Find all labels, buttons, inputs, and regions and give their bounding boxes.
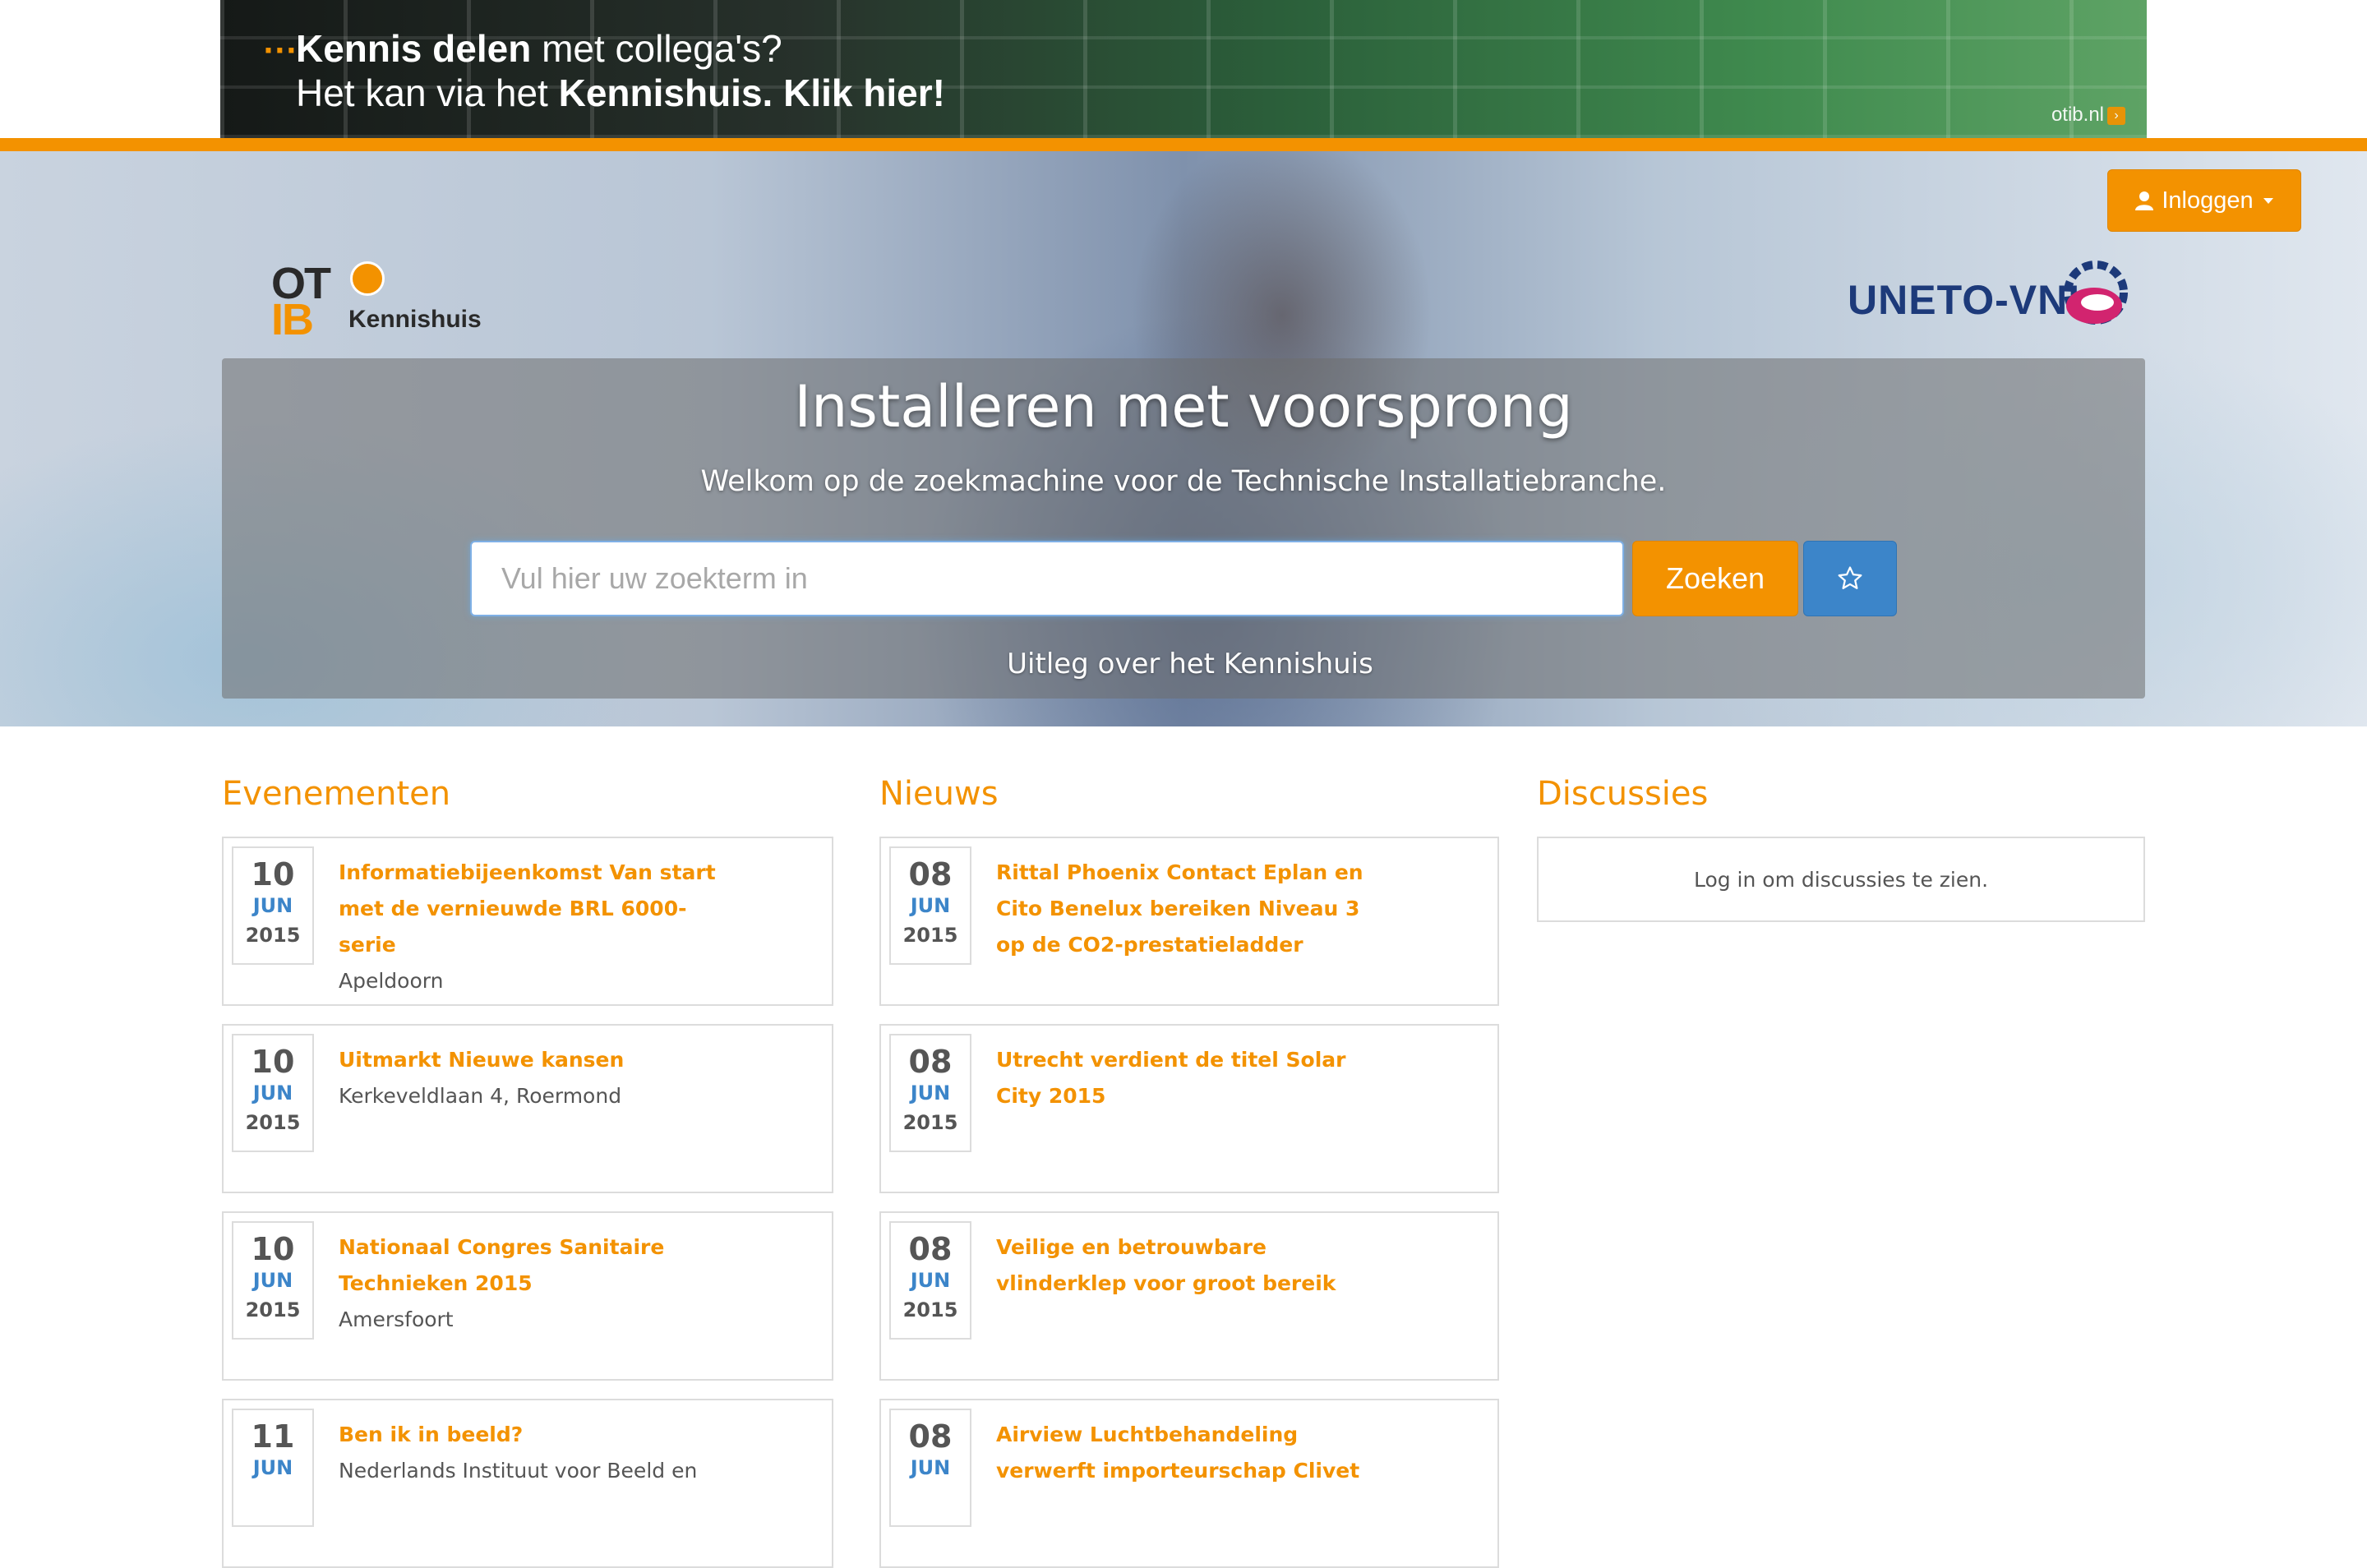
news-title[interactable]: Utrecht verdient de titel Solar City 201… [996,1042,1382,1114]
date-badge: 10 JUN 2015 [232,1221,314,1340]
discussions-heading: Discussies [1537,775,1709,813]
event-card[interactable]: 10 JUN 2015 Informatiebijeenkomst Van star… [222,837,833,1006]
orange-divider [0,138,2367,151]
news-heading: Nieuws [879,775,999,813]
explain-link[interactable]: Uitleg over het Kennishuis [0,648,2367,680]
search-button[interactable]: Zoeken [1632,541,1798,616]
date-badge: 08 JUN 2015 [889,1034,971,1152]
arrow-right-icon: › [2107,106,2125,125]
event-title[interactable]: Uitmarkt Nieuwe kansen Kerkeveldlaan 4, R… [339,1042,725,1114]
event-location: Kerkeveldlaan 4, Roermond [339,1084,622,1108]
dots-icon: ··· [263,35,298,67]
login-button[interactable]: Inloggen [2107,169,2301,232]
events-column: Evenementen [222,772,450,815]
login-label: Inloggen [2162,187,2254,214]
date-badge: 10 JUN 2015 [232,846,314,965]
search-input[interactable] [470,541,1624,616]
event-card[interactable]: 10 JUN 2015 Uitmarkt Nieuwe kansen Kerkevel… [222,1024,833,1193]
hero-subtitle: Welkom op de zoekmachine voor de Technis… [700,465,1667,498]
hero-title: Installeren met voorsprong [794,373,1573,440]
date-badge: 08 JUN 2015 [889,846,971,965]
uneto-vni-logo[interactable]: UNETO-VNI [1848,256,2152,339]
banner-line-2: Het kan via het Kennishuis. Klik hier! [296,71,945,114]
event-location: Nederlands Instituut voor Beeld en [339,1459,698,1483]
news-card[interactable]: 08 JUN Airview Luchtbehandeling verwerft … [879,1399,1499,1568]
date-badge: 10 JUN 2015 [232,1034,314,1152]
event-title[interactable]: Nationaal Congres Sanitaire Technieken 2… [339,1229,725,1338]
discussions-column: Discussies Log in om discussies te zien. [1537,772,2145,922]
news-card[interactable]: 08 JUN 2015 Veilige en betrouwbare vlinder… [879,1211,1499,1381]
news-card[interactable]: 08 JUN 2015 Rittal Phoenix Contact Eplan e… [879,837,1499,1006]
news-title[interactable]: Veilige en betrouwbare vlinderklep voor … [996,1229,1382,1302]
event-title[interactable]: Ben ik in beeld? Nederlands Instituut voo… [339,1417,725,1489]
event-location: Apeldoorn [339,969,444,993]
date-badge: 11 JUN [232,1409,314,1527]
news-column: Nieuws [879,772,999,815]
otib-kennishuis-logo[interactable]: OT IB Kennishuis [271,261,485,344]
date-badge: 08 JUN 2015 [889,1221,971,1340]
news-card[interactable]: 08 JUN 2015 Utrecht verdient de titel Sola… [879,1024,1499,1193]
event-location: Amersfoort [339,1307,454,1331]
star-icon [1838,566,1862,589]
caret-down-icon [2263,197,2273,204]
banner-site-link[interactable]: otib.nl › [2051,104,2125,127]
event-card[interactable]: 10 JUN 2015 Nationaal Congres Sanitaire Te… [222,1211,833,1381]
events-heading: Evenementen [222,775,451,813]
event-title[interactable]: Informatiebijeenkomst Van start met de v… [339,855,725,999]
house-lightbulb-icon [350,261,385,296]
date-badge: 08 JUN [889,1409,971,1527]
banner-line-1: Kennis delen met collega's? [296,27,782,70]
news-title[interactable]: Airview Luchtbehandeling verwerft import… [996,1417,1382,1489]
user-icon [2135,191,2154,210]
top-banner-ad[interactable]: ··· Kennis delen met collega's? Het kan … [220,0,2147,138]
discussions-login-message: Log in om discussies te zien. [1537,837,2145,922]
event-card[interactable]: 11 JUN Ben ik in beeld? Nederlands Institu… [222,1399,833,1568]
news-title[interactable]: Rittal Phoenix Contact Eplan en Cito Ben… [996,855,1382,963]
uneto-vni-mark-icon [2064,261,2128,325]
favorites-button[interactable] [1803,541,1897,616]
